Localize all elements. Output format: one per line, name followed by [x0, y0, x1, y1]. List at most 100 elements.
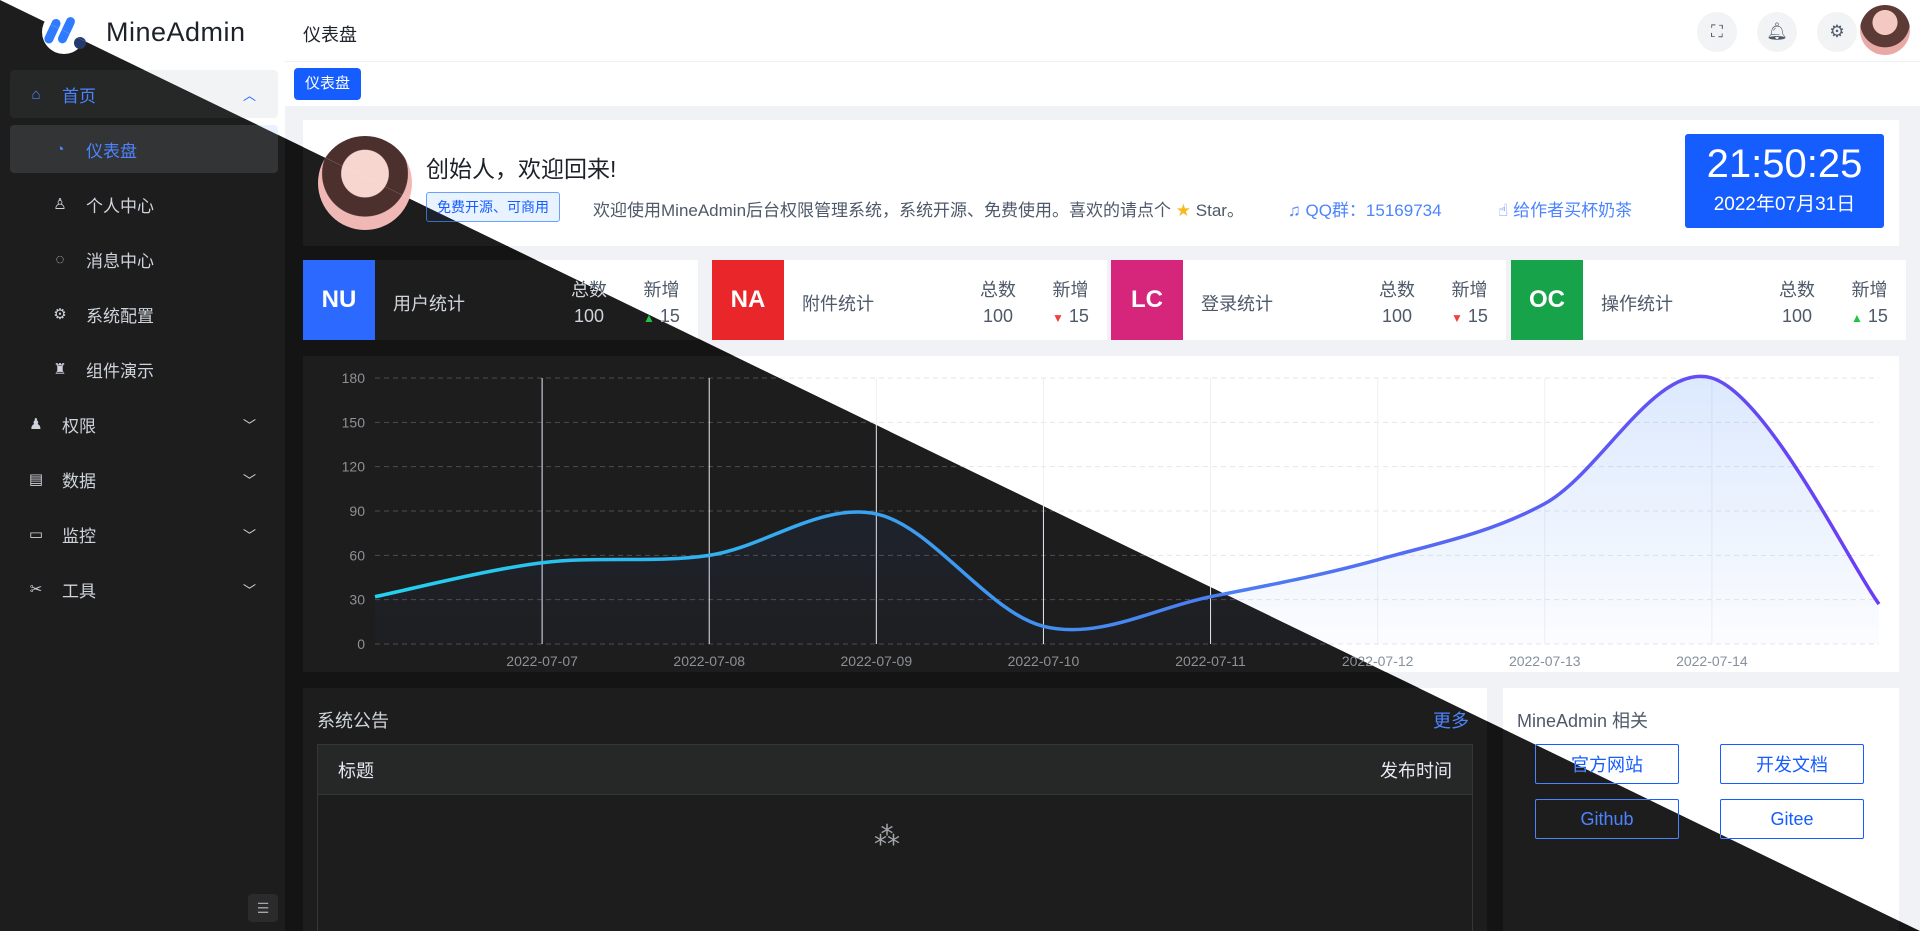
y-tick-label: 30 — [349, 592, 365, 608]
notice-title: 系统公告 — [317, 711, 389, 731]
monitor-icon: ▭ — [28, 526, 44, 543]
stat-total-value: 100 — [1781, 306, 1813, 326]
stat-increase-label: 新增 — [1052, 280, 1089, 300]
sidebar-item-label: 首页 — [62, 86, 96, 106]
user-lock-icon: ♟ — [29, 416, 43, 433]
welcome-title: 创始人，欢迎回来! — [426, 156, 617, 182]
breadcrumb: 仪表盘 — [303, 25, 357, 45]
welcome-description: 欢迎使用MineAdmin后台权限管理系统，系统开源、免费使用。喜欢的请点个 ★… — [593, 196, 1244, 221]
stat-total-value: 100 — [1381, 306, 1413, 326]
x-tick-label: 2022-07-10 — [1008, 653, 1080, 669]
x-tick-label: 2022-07-08 — [673, 653, 745, 669]
sidebar-item-system-config[interactable]: ⚙ 系统配置 — [10, 290, 278, 338]
docs-button[interactable]: 开发文档 — [1720, 744, 1864, 784]
table-header: 标题 发布时间 — [318, 745, 1472, 795]
sidebar-item-label: 工具 — [62, 581, 96, 601]
stat-card-operations: OC 操作统计 总数 100 新增 ▲ 15 — [1511, 260, 1906, 340]
sidebar-item-messages[interactable]: ◌ 消息中心 — [10, 235, 278, 283]
user-icon: ♙ — [53, 196, 67, 213]
tools-icon: ✂ — [29, 581, 43, 598]
stat-increase-label: 新增 — [1451, 280, 1488, 300]
chevron-down-icon: ﹀ — [242, 582, 256, 598]
gitee-button[interactable]: Gitee — [1720, 799, 1864, 839]
sidebar-item-tools[interactable]: ✂ 工具 ﹀ — [10, 565, 278, 613]
donate-text: 给作者买杯奶茶 — [1513, 201, 1633, 220]
stat-increase-value: 15 — [1068, 306, 1089, 326]
stat-card-attachments: NA 附件统计 总数 100 新增 ▼ 15 — [712, 260, 1107, 340]
qq-group-text: QQ群：15169734 — [1305, 201, 1442, 220]
y-tick-label: 150 — [342, 414, 366, 430]
y-tick-label: 90 — [349, 503, 365, 519]
x-tick-label: 2022-07-13 — [1509, 653, 1581, 669]
sidebar-item-label: 监控 — [62, 526, 96, 546]
stat-increase-value: 15 — [1867, 306, 1888, 326]
donate-link[interactable]: ☝︎ 给作者买杯奶茶 — [1498, 196, 1632, 221]
trophy-icon: ♜ — [53, 361, 67, 378]
home-icon: ⌂ — [31, 85, 41, 103]
app-name: MineAdmin — [106, 16, 246, 47]
sidebar-item-components[interactable]: ♜ 组件演示 — [10, 345, 278, 393]
qq-group-link[interactable]: ♫︎ QQ群：15169734 — [1288, 196, 1442, 221]
x-tick-label: 2022-07-07 — [506, 653, 578, 669]
notice-table: 标题 发布时间 ⁂ — [317, 744, 1473, 931]
sidebar-item-data[interactable]: ▤ 数据 ﹀ — [10, 455, 278, 503]
trend-down-icon: ▼ — [1052, 311, 1064, 325]
notice-card: 系统公告 更多 标题 发布时间 ⁂ — [303, 688, 1487, 931]
stat-total-label: 总数 — [980, 280, 1016, 300]
stat-total: 总数 100 — [1379, 276, 1415, 327]
sidebar-item-label: 数据 — [62, 471, 96, 491]
sidebar-item-label: 消息中心 — [86, 251, 154, 271]
sidebar-item-profile[interactable]: ♙ 个人中心 — [10, 180, 278, 228]
menu-fold-icon: ☰ — [256, 899, 270, 916]
welcome-description-text: 欢迎使用MineAdmin后台权限管理系统，系统开源、免费使用。喜欢的请点个 — [593, 201, 1172, 220]
stat-increase: 新增 ▼ 15 — [1052, 276, 1089, 327]
y-tick-label: 60 — [349, 547, 365, 563]
related-title: MineAdmin 相关 — [1517, 711, 1649, 731]
sidebar-item-label: 权限 — [62, 416, 96, 436]
sidebar-item-monitor[interactable]: ▭ 监控 ﹀ — [10, 510, 278, 558]
stat-total-value: 100 — [573, 306, 605, 326]
column-publish-time: 发布时间 — [1380, 760, 1452, 781]
notice-more-link[interactable]: 更多 — [1433, 707, 1469, 733]
notification-button[interactable]: 🔔︎ — [1757, 12, 1797, 52]
stat-total-label: 总数 — [1379, 280, 1415, 300]
database-icon: ▤ — [28, 471, 44, 488]
tab-dashboard[interactable]: 仪表盘 — [294, 68, 362, 100]
column-title: 标题 — [338, 760, 374, 781]
stat-code-badge: NA — [712, 260, 784, 340]
y-tick-label: 180 — [342, 370, 366, 386]
stat-increase-value: 15 — [1467, 306, 1488, 326]
gear-icon: ⚙ — [53, 306, 67, 323]
y-tick-label: 120 — [342, 459, 366, 475]
github-button[interactable]: Github — [1535, 799, 1679, 839]
gear-icon: ⚙ — [1829, 22, 1845, 41]
avatar[interactable] — [1860, 5, 1910, 55]
topbar: 仪表盘 ⛶ 🔔︎ ⚙ — [285, 0, 1920, 62]
clock-panel: 21:50:25 2022年07月31日 — [1685, 134, 1884, 228]
welcome-star-text: Star。 — [1195, 201, 1244, 220]
y-tick-label: 0 — [357, 636, 365, 652]
collapse-sidebar-button[interactable]: ☰ — [248, 894, 278, 922]
stat-code-badge: LC — [1111, 260, 1183, 340]
welcome-card: 创始人，欢迎回来! 免费开源、可商用 欢迎使用MineAdmin后台权限管理系统… — [303, 120, 1899, 246]
stat-name: 附件统计 — [802, 294, 874, 314]
tab-bar: 仪表盘 — [285, 62, 1920, 106]
message-icon: ◌ — [55, 250, 65, 268]
fullscreen-icon: ⛶ — [1711, 22, 1723, 41]
stat-total-value: 100 — [982, 306, 1014, 326]
x-tick-label: 2022-07-11 — [1175, 653, 1246, 669]
star-icon: ★ — [1175, 201, 1192, 220]
sidebar-item-dashboard[interactable]: ◔ 仪表盘 — [10, 125, 278, 173]
chevron-down-icon: ﹀ — [242, 527, 256, 543]
fullscreen-button[interactable]: ⛶ — [1697, 12, 1737, 52]
settings-button[interactable]: ⚙ — [1817, 12, 1857, 52]
dashboard-icon: ◔ — [55, 140, 65, 158]
sidebar-item-label: 组件演示 — [86, 361, 154, 381]
trend-down-icon: ▼ — [1451, 311, 1463, 325]
chevron-down-icon: ﹀ — [242, 417, 256, 433]
sidebar-item-permission[interactable]: ♟ 权限 ﹀ — [10, 400, 278, 448]
stat-increase-label: 新增 — [643, 280, 680, 300]
stat-total: 总数 100 — [1779, 276, 1815, 327]
qq-icon: ♫︎ — [1288, 201, 1301, 220]
stat-name: 操作统计 — [1601, 294, 1673, 314]
